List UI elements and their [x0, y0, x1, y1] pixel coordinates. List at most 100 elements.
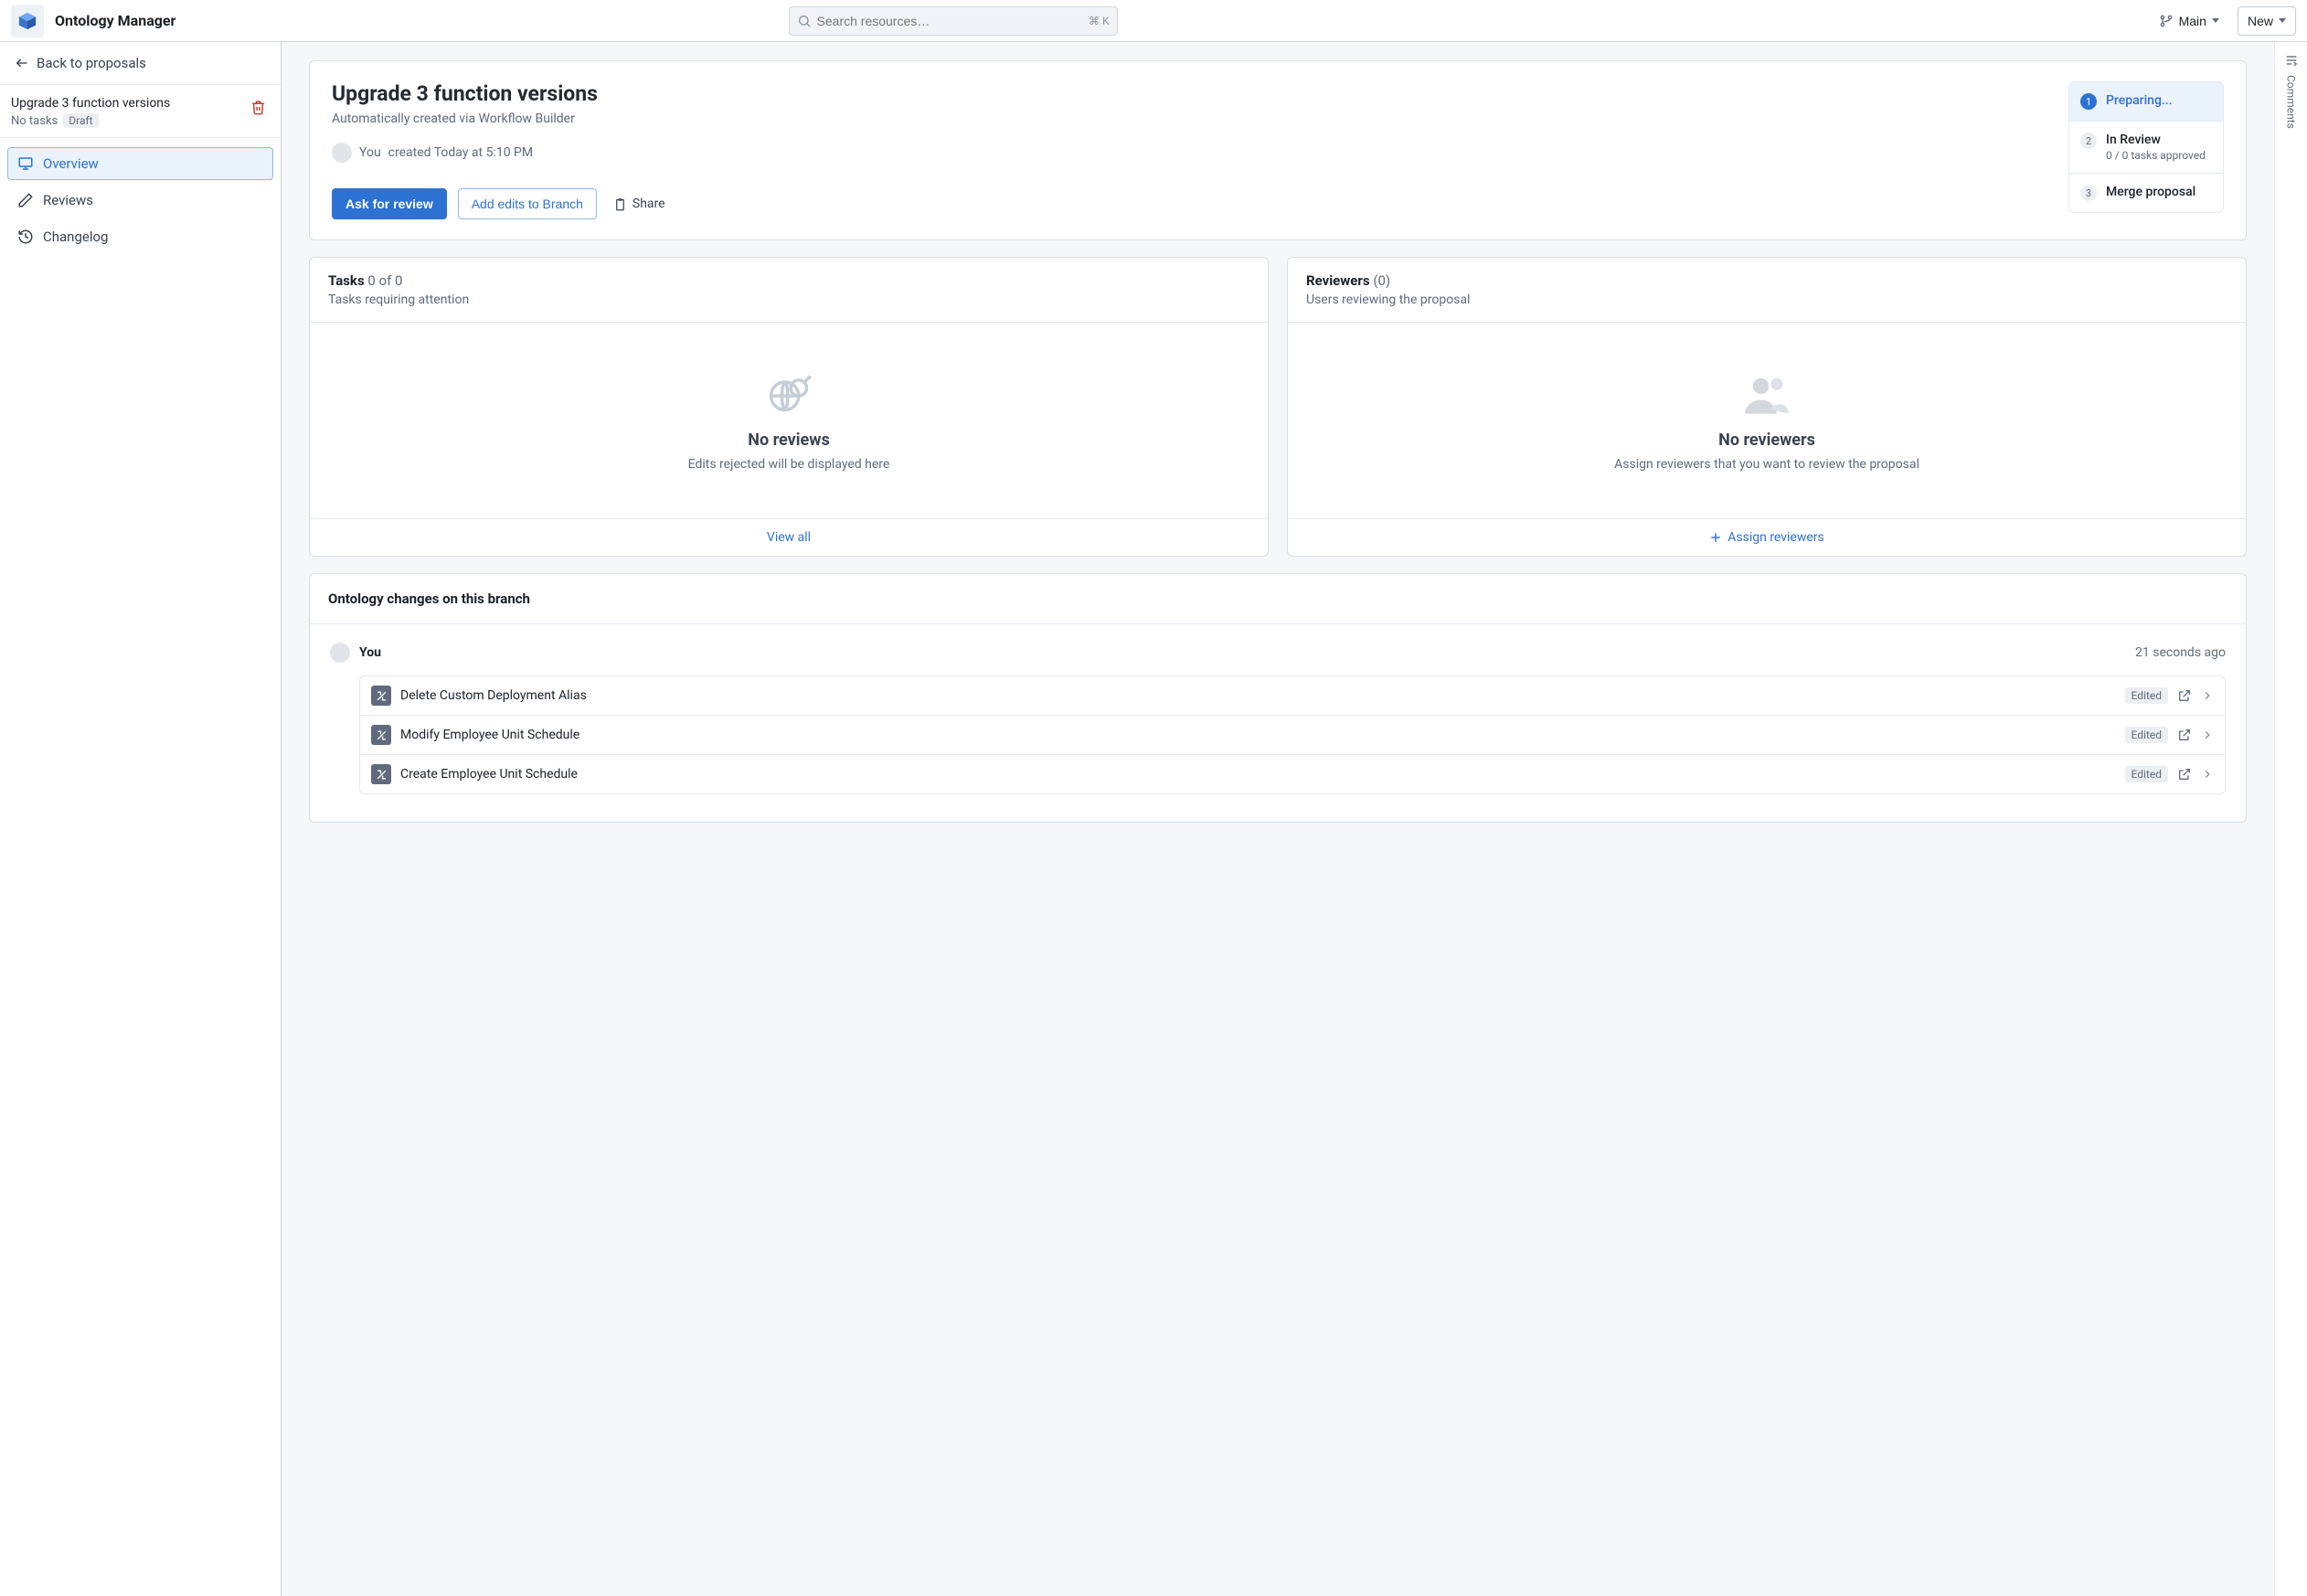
back-label: Back to proposals [37, 55, 146, 71]
function-icon [371, 764, 391, 784]
app-logo[interactable] [11, 5, 44, 37]
change-item[interactable]: Modify Employee Unit Schedule Edited [360, 715, 2225, 754]
change-badge: Edited [2125, 687, 2168, 704]
branch-label: Main [2179, 14, 2206, 28]
share-label: Share [633, 197, 665, 211]
chevron-right-icon [2201, 768, 2214, 781]
comments-rail[interactable]: Comments [2274, 42, 2307, 1596]
people-icon [1743, 370, 1791, 418]
step-number: 2 [2080, 133, 2097, 149]
reviewers-footer-label: Assign reviewers [1728, 530, 1824, 545]
search-box[interactable]: ⌘ K [789, 6, 1118, 36]
sidebar-item-changelog[interactable]: Changelog [7, 220, 273, 253]
topbar: Ontology Manager ⌘ K Main New [0, 0, 2307, 42]
assign-reviewers-button[interactable]: Assign reviewers [1288, 518, 2246, 556]
history-icon [17, 229, 34, 245]
change-time: 21 seconds ago [2135, 645, 2226, 660]
action-row: Ask for review Add edits to Branch Share [332, 188, 2047, 219]
search-input[interactable] [817, 14, 1083, 28]
reviewers-card-head: Reviewers (0) Users reviewing the propos… [1288, 258, 2246, 322]
monitor-icon [17, 155, 34, 172]
tasks-empty-state: No reviews Edits rejected will be displa… [310, 322, 1268, 518]
tasks-view-all[interactable]: View all [310, 518, 1268, 556]
side-nav: Overview Reviews Changelog [0, 138, 281, 262]
chevron-right-icon [2201, 689, 2214, 702]
clipboard-icon [613, 197, 627, 211]
share-button[interactable]: Share [608, 197, 671, 211]
chevron-down-icon [2212, 18, 2219, 23]
main-content: Upgrade 3 function versions Automaticall… [282, 42, 2274, 1596]
tasks-count: 0 of 0 [367, 272, 402, 289]
sidebar-item-reviews[interactable]: Reviews [7, 184, 273, 217]
reviewers-empty-heading: No reviewers [1718, 431, 1815, 450]
change-badge: Edited [2125, 727, 2168, 743]
changes-heading: Ontology changes on this branch [310, 574, 2246, 623]
external-link-icon[interactable] [2177, 728, 2192, 742]
proposal-summary: Upgrade 3 function versions No tasks Dra… [0, 85, 281, 138]
external-link-icon[interactable] [2177, 767, 2192, 782]
tasks-title-text: Tasks [328, 272, 365, 289]
tasks-footer-label: View all [767, 530, 811, 545]
change-item[interactable]: Create Employee Unit Schedule Edited [360, 754, 2225, 793]
change-item[interactable]: Delete Custom Deployment Alias Edited [360, 676, 2225, 715]
external-link-icon[interactable] [2177, 688, 2192, 703]
search-shortcut: ⌘ K [1089, 15, 1110, 27]
changes-card: Ontology changes on this branch You 21 s… [309, 573, 2247, 823]
reviewers-subtitle: Users reviewing the proposal [1306, 293, 2227, 307]
avatar [330, 643, 350, 663]
step-merge[interactable]: 3 Merge proposal [2069, 173, 2223, 212]
topbar-left: Ontology Manager [11, 5, 267, 37]
panel-collapse-icon [2284, 53, 2299, 68]
change-label: Modify Employee Unit Schedule [400, 728, 2116, 742]
tasks-card: Tasks 0 of 0 Tasks requiring attention N… [309, 257, 1269, 557]
step-label: In Review [2106, 133, 2206, 147]
shell: Back to proposals Upgrade 3 function ver… [0, 42, 2307, 1596]
created-text: created Today at 5:10 PM [388, 145, 533, 160]
reviewers-title-text: Reviewers [1306, 272, 1370, 289]
change-label: Delete Custom Deployment Alias [400, 688, 2116, 703]
step-preparing[interactable]: 1 Preparing... [2069, 82, 2223, 121]
creator-name: You [359, 145, 381, 160]
branch-dropdown[interactable]: Main [2150, 6, 2228, 36]
new-dropdown[interactable]: New [2238, 6, 2296, 36]
tasks-empty-text: Edits rejected will be displayed here [688, 457, 890, 472]
proposal-header-main: Upgrade 3 function versions Automaticall… [332, 81, 2047, 219]
status-tag: Draft [63, 113, 98, 128]
add-edits-button[interactable]: Add edits to Branch [458, 188, 597, 219]
change-label: Create Employee Unit Schedule [400, 767, 2116, 782]
step-label: Merge proposal [2106, 185, 2195, 199]
plus-icon [1709, 531, 1722, 544]
reviewers-count: (0) [1373, 272, 1390, 289]
search-icon [797, 14, 812, 28]
reviewers-empty-text: Assign reviewers that you want to review… [1614, 457, 1919, 472]
page-title: Upgrade 3 function versions [332, 81, 2047, 106]
change-badge: Edited [2125, 766, 2168, 782]
reviewers-title: Reviewers (0) [1306, 272, 2227, 289]
step-number: 1 [2080, 93, 2097, 110]
tasks-count: No tasks [11, 114, 58, 128]
sidebar-item-label: Changelog [43, 229, 108, 245]
chevron-down-icon [2279, 18, 2286, 23]
cube-icon [17, 11, 37, 31]
ask-for-review-button[interactable]: Ask for review [332, 188, 447, 219]
sidebar-item-label: Overview [43, 155, 99, 172]
sidebar-item-label: Reviews [43, 192, 93, 208]
avatar [332, 143, 352, 163]
delete-proposal-button[interactable] [247, 96, 270, 119]
search-wrap: ⌘ K [789, 6, 1118, 36]
trash-icon [250, 100, 266, 115]
sidebar-item-overview[interactable]: Overview [7, 147, 273, 180]
proposal-title: Upgrade 3 function versions [11, 96, 247, 111]
proposal-header-card: Upgrade 3 function versions Automaticall… [309, 60, 2247, 240]
two-column-row: Tasks 0 of 0 Tasks requiring attention N… [309, 257, 2247, 557]
app-title: Ontology Manager [55, 12, 175, 29]
change-author: You [359, 645, 381, 660]
change-author-row: You 21 seconds ago [330, 643, 2226, 663]
step-number: 3 [2080, 185, 2097, 201]
reviewers-empty-state: No reviewers Assign reviewers that you w… [1288, 322, 2246, 518]
back-to-proposals[interactable]: Back to proposals [0, 42, 281, 85]
tasks-empty-heading: No reviews [748, 431, 829, 450]
change-list: Delete Custom Deployment Alias Edited [359, 676, 2226, 794]
tasks-title: Tasks 0 of 0 [328, 272, 1249, 289]
step-in-review[interactable]: 2 In Review 0 / 0 tasks approved [2069, 121, 2223, 173]
